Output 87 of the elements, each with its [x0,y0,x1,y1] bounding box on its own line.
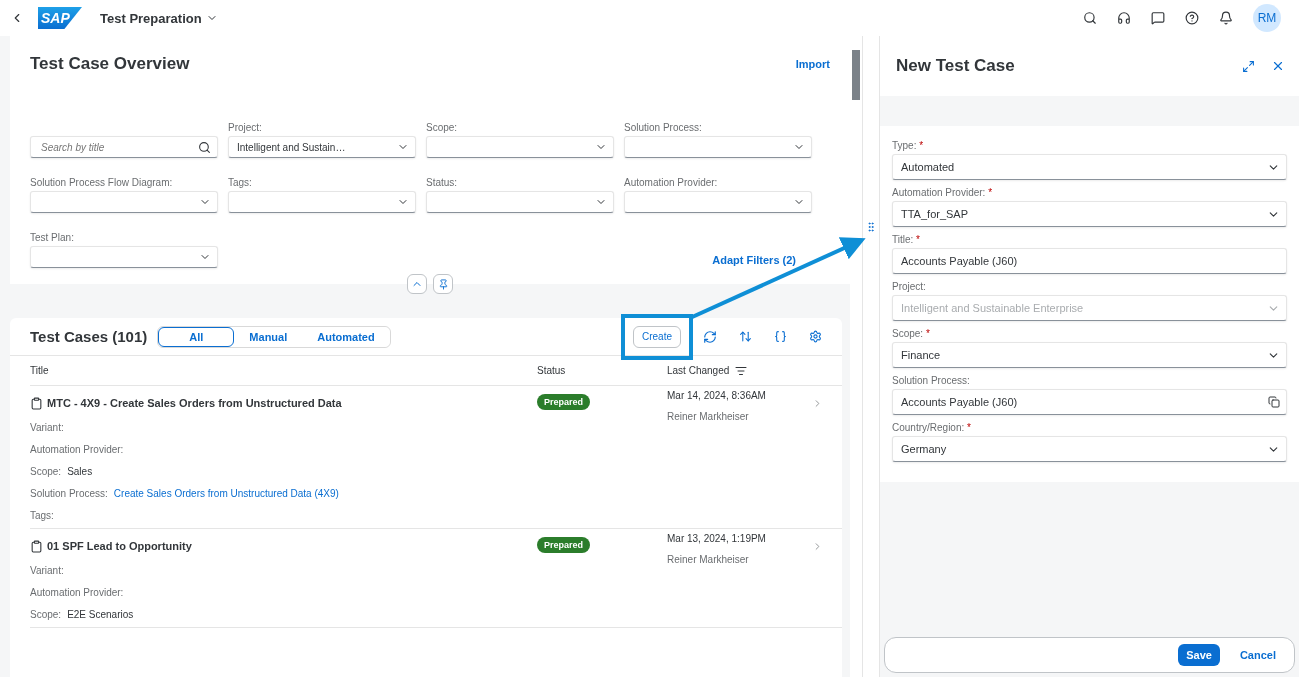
detail-label: Automation Provider: [30,443,124,455]
filter-select[interactable] [30,191,218,213]
detail-label: Variant: [30,564,64,576]
changed-by: Reiner Markheiser [667,411,750,422]
field-label: Title: * [892,234,921,245]
user-avatar[interactable]: RM [1253,4,1281,32]
panel-title: New Test Case [896,56,1015,76]
status-badge: Prepared [537,537,591,553]
select-field[interactable]: TTA_for_SAP [892,201,1287,227]
adapt-filters-link[interactable]: Adapt Filters (2) [712,254,796,266]
search-input[interactable]: Search by title [39,140,159,154]
field-label: Solution Process: [892,375,971,386]
select-field[interactable]: Automated [892,154,1287,180]
changed-date: Mar 13, 2024, 1:19PM [667,533,767,544]
sort-icon[interactable] [739,330,752,343]
highlight-frame [621,313,693,360]
field-label: Type: * [892,140,925,151]
row-title[interactable]: MTC - 4X9 - Create Sales Orders from Unstructured Data [47,397,342,409]
column-header: Last Changed [667,365,730,376]
detail-value: Sales [67,465,93,477]
changed-by: Reiner Markheiser [667,554,750,565]
detail-link[interactable]: Create Sales Orders from Unstructured Data (4X9) [113,487,339,499]
field-label: Country/Region: * [892,422,972,433]
app-title-menu[interactable]: Test Preparation [100,10,218,26]
filter-label: Scope: [426,122,459,133]
notifications-button[interactable] [1219,11,1233,25]
pin-button[interactable] [433,274,453,294]
field-label: Automation Provider: * [892,187,994,198]
headset-button[interactable] [1117,11,1131,25]
detail-label: Automation Provider: [30,586,124,598]
filter-label: Test Plan: [30,232,75,243]
detail-label: Scope: [30,465,62,477]
scrollbar-thumb[interactable] [852,50,860,100]
logo: SAP [38,7,82,29]
changed-date: Mar 14, 2024, 8:36AM [667,390,767,401]
select-field[interactable]: Finance [892,342,1287,368]
filter-label: Status: [426,177,459,188]
input-field[interactable]: Accounts Payable (J60) [892,248,1287,274]
refresh-icon[interactable] [703,329,717,344]
column-header: Title [30,365,49,376]
close-button[interactable] [1271,59,1285,73]
search-button[interactable] [1083,11,1097,25]
table-title: Test Cases (101) [30,328,148,345]
import-link[interactable]: Import [795,58,830,70]
row-title[interactable]: 01 SPF Lead to Opportunity [47,540,192,552]
field-label: Scope: * [892,328,931,339]
filter-label: Project: [228,122,263,133]
search-icon [198,140,211,154]
fullscreen-button[interactable] [1242,59,1255,73]
cancel-button[interactable]: Cancel [1231,644,1284,666]
clipboard-icon [30,396,43,410]
filter-select[interactable] [624,136,812,158]
filter-label: Solution Process: [624,122,703,133]
help-button[interactable] [1185,11,1199,25]
value-help-icon [1268,396,1280,408]
save-button[interactable]: Save [1178,644,1220,666]
column-header: Status [537,365,566,376]
detail-label: Scope: [30,608,62,620]
filter-select[interactable] [624,191,812,213]
detail-label: Tags: [30,509,54,521]
settings-icon[interactable] [809,330,822,343]
pin-icon [437,278,449,290]
select-field[interactable]: Accounts Payable (J60) [892,389,1287,415]
filter-select[interactable] [426,191,614,213]
grip-icon [865,220,877,233]
filter-label: Solution Process Flow Diagram: [30,177,174,188]
filter-select[interactable]: Intelligent and Sustain… [228,136,416,158]
group-icon[interactable] [774,330,787,343]
detail-label: Variant: [30,421,64,433]
filter-select[interactable] [30,246,218,268]
select-field[interactable]: Germany [892,436,1287,462]
create-button[interactable]: Create [633,325,681,348]
status-badge: Prepared [537,394,591,410]
segment-button[interactable]: All [158,326,235,347]
filter-select[interactable] [228,191,416,213]
field-label: Project: [892,281,927,292]
detail-label: Solution Process: [30,487,108,499]
filter-select[interactable] [426,136,614,158]
collapse-button[interactable] [407,274,427,294]
chat-button[interactable] [1151,11,1165,25]
detail-value: E2E Scenarios [67,608,134,620]
clipboard-icon [30,539,43,553]
filter-icon [735,364,748,377]
filter-label: Tags: [228,177,253,188]
filter-label: Automation Provider: [624,177,719,188]
search-field[interactable]: Search by title [30,136,218,158]
page-title: Test Case Overview [30,54,190,74]
